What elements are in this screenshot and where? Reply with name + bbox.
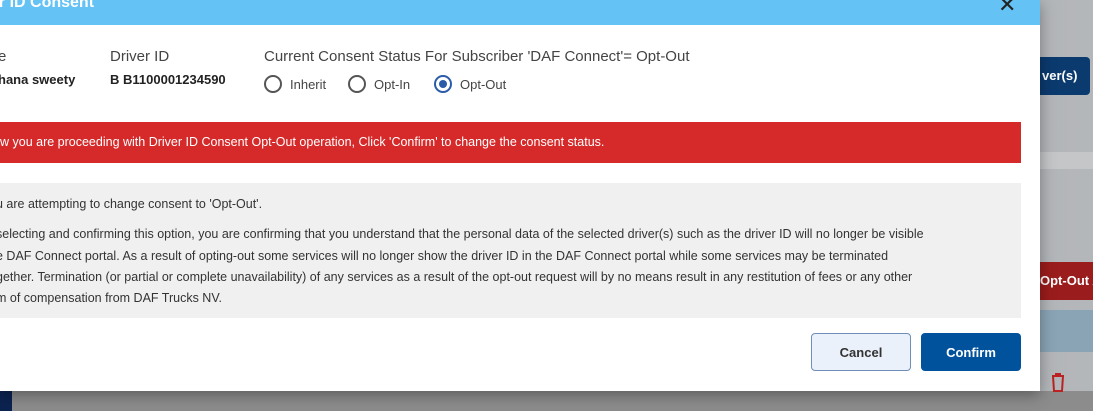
background-table-header bbox=[1040, 310, 1093, 352]
info-line: selecting and confirming this option, yo… bbox=[0, 227, 924, 241]
name-value: hana sweety bbox=[0, 72, 76, 87]
name-label: e bbox=[0, 48, 7, 65]
import-drivers-button[interactable]: ver(s) bbox=[1040, 57, 1090, 95]
info-line: e DAF Connect portal. As a result of opt… bbox=[0, 249, 889, 263]
info-line: u are attempting to change consent to 'O… bbox=[0, 197, 263, 211]
radio-circle bbox=[264, 75, 282, 93]
radio-inherit[interactable]: Inherit bbox=[264, 75, 326, 93]
trash-icon[interactable] bbox=[1050, 372, 1066, 392]
driver-id-label: Driver ID bbox=[110, 48, 170, 65]
background-sidebar bbox=[0, 391, 12, 411]
dialog-header: er ID Consent ✕ bbox=[0, 0, 1040, 25]
background-footer bbox=[0, 391, 1093, 411]
info-line: gether. Termination (or partial or compl… bbox=[0, 270, 913, 284]
radio-label: Opt-In bbox=[374, 76, 411, 92]
warning-alert: w you are proceeding with Driver ID Cons… bbox=[0, 122, 1021, 163]
consent-status-label: Current Consent Status For Subscriber 'D… bbox=[264, 48, 690, 65]
radio-label: Inherit bbox=[290, 76, 327, 92]
close-icon[interactable]: ✕ bbox=[998, 0, 1016, 16]
driver-consent-dialog: er ID Consent ✕ e hana sweety Driver ID … bbox=[0, 0, 1040, 391]
dialog-title: er ID Consent bbox=[0, 0, 95, 11]
cancel-button[interactable]: Cancel bbox=[811, 333, 911, 371]
confirm-button[interactable]: Confirm bbox=[921, 333, 1021, 371]
radio-label: Opt-Out bbox=[460, 76, 507, 92]
radio-circle-selected bbox=[434, 75, 452, 93]
bulk-opt-out-button[interactable]: Opt-Out A bbox=[1040, 262, 1093, 300]
radio-circle bbox=[348, 75, 366, 93]
driver-id-value: B B1100001234590 bbox=[110, 72, 226, 87]
radio-opt-in[interactable]: Opt-In bbox=[348, 75, 410, 93]
radio-opt-out[interactable]: Opt-Out bbox=[434, 75, 506, 93]
consent-info-box: u are attempting to change consent to 'O… bbox=[0, 183, 1021, 318]
info-line: m of compensation from DAF Trucks NV. bbox=[0, 291, 223, 305]
background-divider bbox=[1040, 152, 1093, 169]
